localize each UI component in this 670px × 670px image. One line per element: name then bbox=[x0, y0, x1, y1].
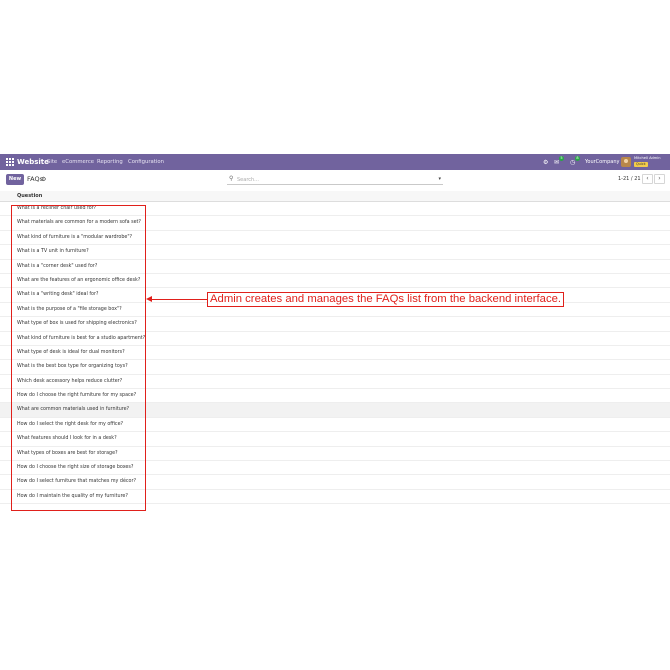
table-row[interactable]: Which desk accessory helps reduce clutte… bbox=[0, 375, 670, 390]
top-navbar: Website Site eCommerce Reporting Configu… bbox=[0, 154, 670, 170]
table-row[interactable]: How do I select furniture that matches m… bbox=[0, 475, 670, 490]
website-globe-icon[interactable]: ⚙ bbox=[543, 154, 548, 170]
row-question[interactable]: What materials are common for a modern s… bbox=[17, 219, 141, 227]
row-question[interactable]: What are the features of an ergonomic of… bbox=[17, 277, 140, 285]
faq-list: Question What is a recliner chair used f… bbox=[0, 191, 670, 505]
app-brand[interactable]: Website bbox=[17, 157, 49, 167]
row-question[interactable]: What is a "corner desk" used for? bbox=[17, 263, 97, 271]
row-question[interactable]: How do I maintain the quality of my furn… bbox=[17, 493, 128, 501]
database-badge: Quick bbox=[634, 162, 648, 167]
row-question[interactable]: Which desk accessory helps reduce clutte… bbox=[17, 378, 122, 386]
user-name[interactable]: Mitchell Admin bbox=[634, 156, 661, 161]
messages-count-badge: 5 bbox=[559, 156, 564, 161]
annotation-callout: Admin creates and manages the FAQs list … bbox=[207, 292, 565, 307]
table-row[interactable]: What is a TV unit in furniture? bbox=[0, 245, 670, 260]
table-row[interactable]: What type of box is used for shipping el… bbox=[0, 317, 670, 332]
odoo-backend-screen: Website Site eCommerce Reporting Configu… bbox=[0, 154, 670, 514]
table-row[interactable]: How do I choose the right furniture for … bbox=[0, 389, 670, 404]
row-question[interactable]: What kind of furniture is a "modular war… bbox=[17, 234, 132, 242]
row-question[interactable]: What are common materials used in furnit… bbox=[17, 406, 129, 414]
table-row[interactable]: What are the features of an ergonomic of… bbox=[0, 274, 670, 289]
menu-ecommerce[interactable]: eCommerce bbox=[62, 158, 94, 166]
new-button[interactable]: New bbox=[6, 174, 24, 185]
search-input[interactable] bbox=[237, 175, 427, 184]
row-question[interactable]: What is a TV unit in furniture? bbox=[17, 248, 89, 256]
table-row[interactable]: What is a recliner chair used for? bbox=[0, 202, 670, 217]
apps-menu-icon[interactable] bbox=[6, 158, 14, 166]
list-header: Question bbox=[0, 191, 670, 202]
search-options-caret-icon[interactable]: ▾ bbox=[438, 175, 441, 183]
pager-next-button[interactable]: › bbox=[654, 174, 665, 184]
row-question[interactable]: What is a "writing desk" ideal for? bbox=[17, 291, 98, 299]
user-avatar[interactable] bbox=[621, 157, 631, 167]
search-bar[interactable]: ⚲ ▾ bbox=[227, 174, 443, 185]
table-row[interactable]: What are common materials used in furnit… bbox=[0, 403, 670, 418]
table-row[interactable]: What is the best box type for organizing… bbox=[0, 360, 670, 375]
row-question[interactable]: How do I choose the right size of storag… bbox=[17, 464, 133, 472]
row-question[interactable]: What is a recliner chair used for? bbox=[17, 205, 96, 213]
pager-previous-button[interactable]: ‹ bbox=[642, 174, 653, 184]
annotation-arrow-line bbox=[151, 298, 207, 300]
row-question[interactable]: How do I select the right desk for my of… bbox=[17, 421, 123, 429]
table-row[interactable]: How do I maintain the quality of my furn… bbox=[0, 490, 670, 505]
row-question[interactable]: What types of boxes are best for storage… bbox=[17, 450, 118, 458]
activity-count-badge: 8 bbox=[575, 156, 580, 161]
table-row[interactable]: What features should I look for in a des… bbox=[0, 432, 670, 447]
company-switcher[interactable]: YourCompany bbox=[585, 159, 619, 166]
table-row[interactable]: How do I choose the right size of storag… bbox=[0, 461, 670, 476]
menu-configuration[interactable]: Configuration bbox=[128, 158, 164, 166]
row-question[interactable]: What kind of furniture is best for a stu… bbox=[17, 335, 145, 343]
pager-value[interactable]: 1-21 / 21 bbox=[618, 175, 641, 183]
row-question[interactable]: How do I choose the right furniture for … bbox=[17, 392, 136, 400]
row-question[interactable]: What features should I look for in a des… bbox=[17, 435, 117, 443]
table-row[interactable]: What kind of furniture is a "modular war… bbox=[0, 231, 670, 246]
actions-gear-icon[interactable]: ⚙ bbox=[41, 176, 46, 184]
row-question[interactable]: What type of box is used for shipping el… bbox=[17, 320, 137, 328]
row-question[interactable]: What type of desk is ideal for dual moni… bbox=[17, 349, 125, 357]
table-row[interactable]: What is a "corner desk" used for? bbox=[0, 260, 670, 274]
row-question[interactable]: What is the purpose of a "file storage b… bbox=[17, 306, 122, 314]
menu-site[interactable]: Site bbox=[47, 158, 57, 166]
row-question[interactable]: What is the best box type for organizing… bbox=[17, 363, 128, 371]
table-row[interactable]: What materials are common for a modern s… bbox=[0, 216, 670, 231]
table-row[interactable]: What kind of furniture is best for a stu… bbox=[0, 332, 670, 346]
table-row[interactable]: What type of desk is ideal for dual moni… bbox=[0, 346, 670, 361]
row-question[interactable]: How do I select furniture that matches m… bbox=[17, 478, 136, 486]
table-row[interactable]: What types of boxes are best for storage… bbox=[0, 447, 670, 462]
table-row[interactable]: How do I select the right desk for my of… bbox=[0, 418, 670, 433]
column-header-question[interactable]: Question bbox=[17, 193, 42, 200]
menu-reporting[interactable]: Reporting bbox=[97, 158, 123, 166]
search-icon: ⚲ bbox=[229, 175, 234, 182]
